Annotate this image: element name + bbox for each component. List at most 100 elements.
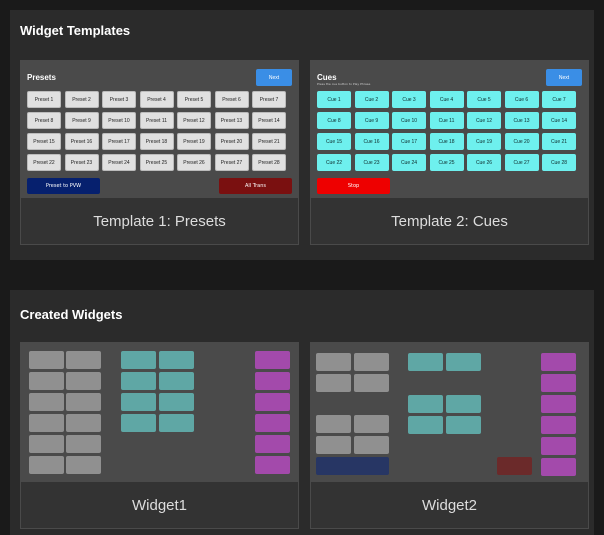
preset-button: Preset 22 <box>27 154 61 171</box>
cue-button: Cue 17 <box>392 133 426 150</box>
gray-block <box>354 353 389 371</box>
preset-button: Preset 24 <box>102 154 136 171</box>
teal-block <box>408 353 443 371</box>
preset-button: Preset 13 <box>214 112 249 129</box>
teal-block <box>159 372 194 390</box>
template-preview-cues: Cues Press the cue button to Play Phrase… <box>311 61 588 198</box>
preset-button: Preset 6 <box>214 91 249 108</box>
preset-button: Preset 2 <box>64 91 99 108</box>
preset-button: Preset 18 <box>139 133 174 150</box>
preset-button: Preset 9 <box>64 112 99 129</box>
cue-button: Cue 2 <box>354 91 389 108</box>
created-widgets-title: Created Widgets <box>20 307 123 322</box>
preset-button: Preset 16 <box>64 133 99 150</box>
stop-button: Stop <box>317 178 390 194</box>
purple-block <box>541 437 576 455</box>
teal-block <box>121 351 156 369</box>
gray-block <box>29 414 64 432</box>
purple-block <box>541 374 576 392</box>
cue-button: Cue 7 <box>542 91 576 108</box>
widget-preview-widget1 <box>21 343 298 482</box>
preset-button: Preset 20 <box>214 133 249 150</box>
cue-button: Cue 20 <box>504 133 539 150</box>
preset-button: Preset 7 <box>252 91 286 108</box>
preset-button: Preset 11 <box>139 112 174 129</box>
widget-card-widget2[interactable]: Widget2 <box>310 342 589 529</box>
preview-title: Cues <box>317 73 337 82</box>
template-card-cues[interactable]: Cues Press the cue button to Play Phrase… <box>310 60 589 245</box>
cue-button: Cue 10 <box>392 112 426 129</box>
cue-button: Cue 27 <box>504 154 539 171</box>
preset-button: Preset 25 <box>139 154 174 171</box>
gray-block <box>316 415 351 433</box>
created-widgets-section: Created Widgets Widget1 Widget2 <box>10 290 594 535</box>
preview-next-button: Next <box>256 69 292 86</box>
preset-button: Preset 21 <box>252 133 286 150</box>
widget-templates-title: Widget Templates <box>20 23 131 38</box>
preset-button: Preset 28 <box>252 154 286 171</box>
cue-button: Cue 19 <box>467 133 501 150</box>
teal-block <box>121 393 156 411</box>
template-preview-presets: Presets Next Preset 1 Preset 2 Preset 3 Pre… <box>21 61 298 198</box>
cue-button: Cue 6 <box>504 91 539 108</box>
gray-block <box>66 435 101 453</box>
widget-card-widget1[interactable]: Widget1 <box>20 342 299 529</box>
template-card-presets[interactable]: Presets Next Preset 1 Preset 2 Preset 3 Pre… <box>20 60 299 245</box>
teal-block <box>446 416 481 434</box>
cue-button: Cue 16 <box>354 133 389 150</box>
cue-button-grid: Cue 1 Cue 2 Cue 3 Cue 4 Cue 5 Cue 6 Cue 7 Cue 8… <box>317 91 576 171</box>
purple-block <box>255 435 290 453</box>
preset-button: Preset 23 <box>64 154 99 171</box>
preset-button: Preset 8 <box>27 112 61 129</box>
purple-block <box>255 393 290 411</box>
preset-button: Preset 3 <box>102 91 136 108</box>
preset-button-grid: Preset 1 Preset 2 Preset 3 Preset 4 Preset 5… <box>27 91 286 171</box>
cue-button: Cue 9 <box>354 112 389 129</box>
cue-button: Cue 12 <box>467 112 501 129</box>
gray-block <box>316 374 351 392</box>
gray-block <box>316 353 351 371</box>
gray-block <box>354 436 389 454</box>
preset-button: Preset 10 <box>102 112 136 129</box>
teal-block <box>159 414 194 432</box>
gray-block <box>29 456 64 474</box>
cue-button: Cue 13 <box>504 112 539 129</box>
gray-block <box>66 372 101 390</box>
cue-button: Cue 8 <box>317 112 351 129</box>
teal-block <box>159 351 194 369</box>
purple-block <box>255 414 290 432</box>
gray-block <box>29 393 64 411</box>
cue-button: Cue 22 <box>317 154 351 171</box>
cue-button: Cue 15 <box>317 133 351 150</box>
preview-next-button: Next <box>546 69 582 86</box>
widget-templates-section: Widget Templates Presets Next Preset 1 Pr… <box>10 10 594 260</box>
widget-preview-widget2 <box>311 343 588 482</box>
template-label-presets: Template 1: Presets <box>21 198 298 244</box>
purple-block <box>255 372 290 390</box>
teal-block <box>121 372 156 390</box>
gray-block <box>354 374 389 392</box>
cue-button: Cue 1 <box>317 91 351 108</box>
cue-button: Cue 18 <box>429 133 464 150</box>
gray-block <box>66 393 101 411</box>
cue-button: Cue 26 <box>467 154 501 171</box>
preset-button: Preset 12 <box>177 112 211 129</box>
purple-block <box>255 456 290 474</box>
purple-block <box>255 351 290 369</box>
preview-title: Presets <box>27 73 56 82</box>
navy-block <box>316 457 389 475</box>
gray-block <box>29 351 64 369</box>
teal-block <box>446 353 481 371</box>
gray-block <box>66 351 101 369</box>
widget-label-widget1: Widget1 <box>21 482 298 528</box>
preset-button: Preset 17 <box>102 133 136 150</box>
preset-button: Preset 15 <box>27 133 61 150</box>
gray-block <box>316 436 351 454</box>
cue-button: Cue 4 <box>429 91 464 108</box>
preset-to-pvw-button: Preset to PVW <box>27 178 100 194</box>
purple-block <box>541 353 576 371</box>
purple-block <box>541 395 576 413</box>
teal-block <box>121 414 156 432</box>
teal-block <box>446 395 481 413</box>
preset-button: Preset 27 <box>214 154 249 171</box>
